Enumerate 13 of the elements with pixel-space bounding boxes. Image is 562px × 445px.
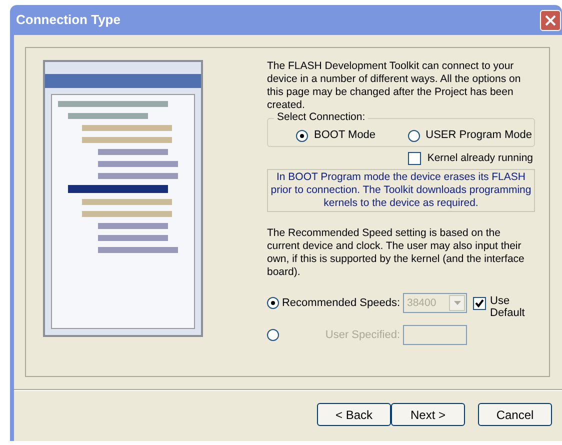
checkbox-label: Use Default xyxy=(490,295,526,319)
radio-label: USER Program Mode xyxy=(426,129,532,142)
field-label: User Specified: xyxy=(324,328,401,342)
dialog-button[interactable]: Cancel xyxy=(478,403,552,426)
checkbox-label: Kernel already running xyxy=(427,152,533,165)
intro-text: The FLASH Development Toolkit can connect to your device in a number of different ways. All the options on this page may be changed after the Project has been created. xyxy=(267,60,522,112)
info-text: In BOOT Program mode the device erases its FLASH prior to connection. The Toolkit downloads programming kernels to the device as required. xyxy=(267,169,535,212)
speed-description: The Recommended Speed setting is based on the current device and clock. The user may also input their own, if this is supported by the kernel (and the interface board). xyxy=(267,227,526,279)
dialog-button[interactable]: Next > xyxy=(391,403,465,426)
radio-label: BOOT Mode xyxy=(314,129,376,142)
window-title: Connection Type xyxy=(16,11,120,30)
dialog-button[interactable]: < Back xyxy=(317,403,391,426)
field-label: Recommended Speeds: xyxy=(280,296,401,310)
